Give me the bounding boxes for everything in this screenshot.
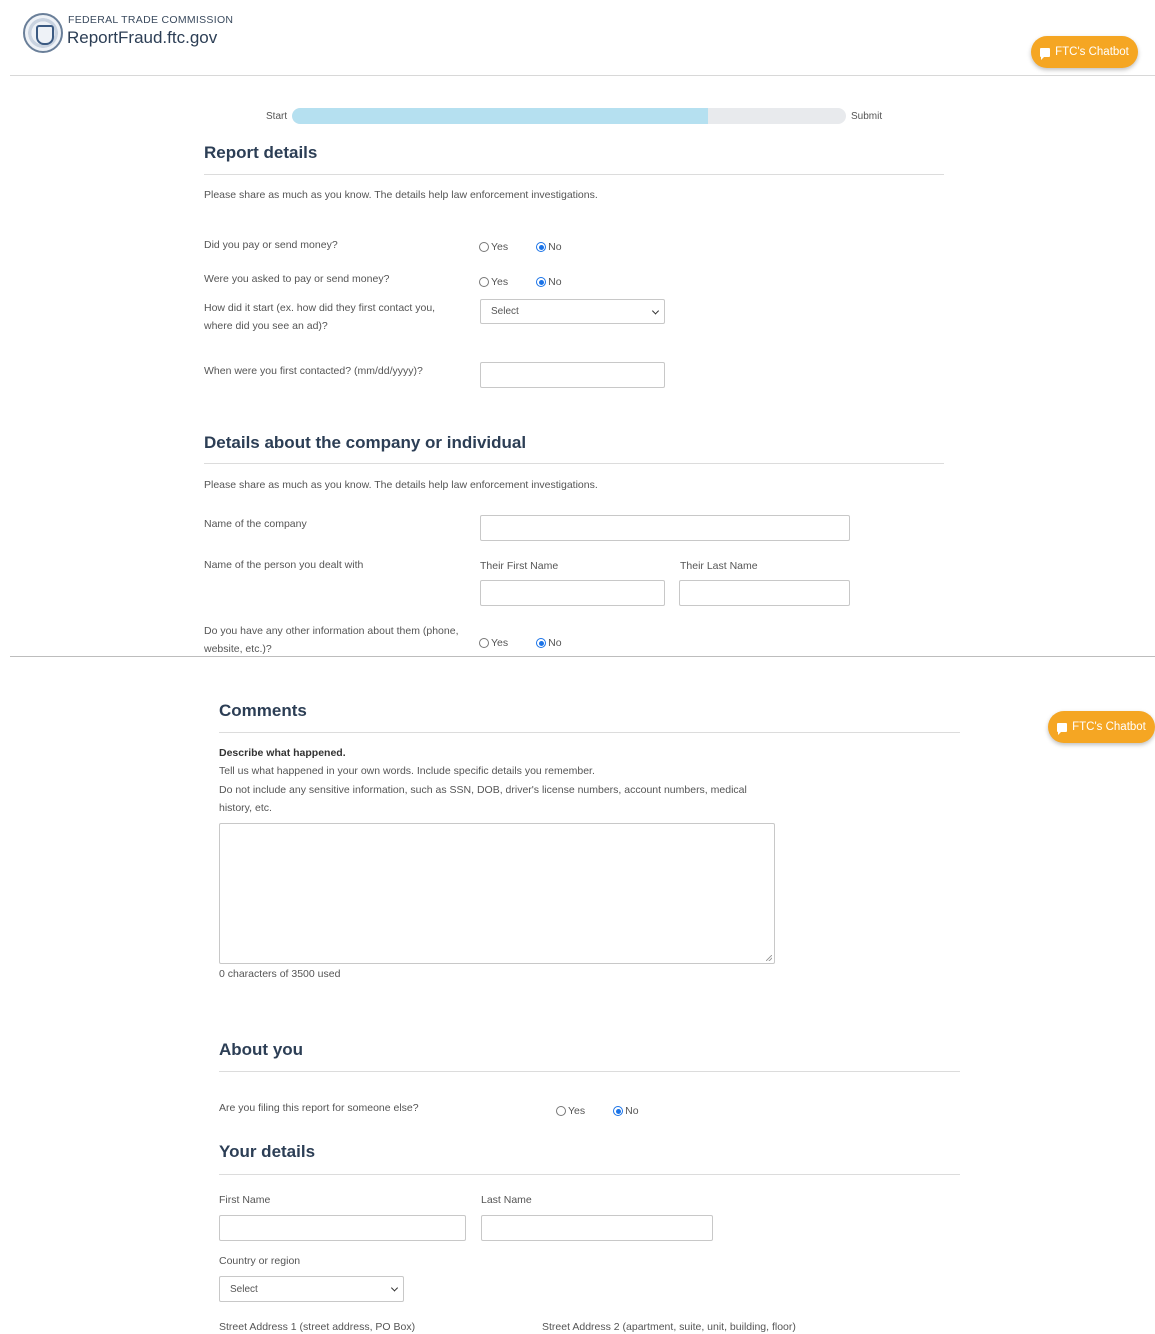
their-first-name-input[interactable] (480, 580, 665, 606)
section-divider (204, 174, 944, 175)
chatbot-button[interactable]: FTC's Chatbot (1031, 36, 1138, 68)
start-question: How did it start (ex. how did they first… (204, 302, 436, 332)
street1-label: Street Address 1 (street address, PO Box… (219, 1321, 416, 1333)
chat-icon (1057, 722, 1068, 735)
first-name-input[interactable] (219, 1215, 466, 1241)
describe-label: Describe what happened. (219, 747, 346, 759)
country-label: Country or region (219, 1255, 301, 1267)
start-select[interactable]: Select (480, 299, 665, 324)
company-details-intro: Please share as much as you know. The de… (204, 479, 598, 491)
progress-end-label: Submit (851, 111, 883, 122)
describe-instructions: Tell us what happened in your own words.… (219, 765, 747, 814)
company-name-input[interactable] (480, 515, 850, 541)
asked-radio-group: Yes No (479, 276, 562, 288)
asked-yes[interactable]: Yes (479, 276, 508, 288)
section-divider (204, 463, 944, 464)
last-name-input[interactable] (481, 1215, 713, 1241)
paid-no[interactable]: No (536, 241, 562, 253)
other-info-radio-group: Yes No (479, 637, 562, 649)
radio-icon[interactable] (479, 277, 489, 287)
someone-else-yes[interactable]: Yes (556, 1105, 585, 1117)
comments-title: Comments (219, 701, 307, 720)
someone-else-no[interactable]: No (613, 1105, 639, 1117)
chatbot-button[interactable]: FTC's Chatbot (1048, 711, 1155, 743)
comments-textarea[interactable] (219, 823, 775, 964)
street2-label: Street Address 2 (apartment, suite, unit… (542, 1321, 796, 1333)
radio-icon[interactable] (479, 638, 489, 648)
resize-handle-icon[interactable] (766, 955, 772, 961)
their-last-name-label: Their Last Name (680, 560, 758, 572)
company-details-title: Details about the company or individual (204, 433, 527, 452)
radio-icon[interactable] (479, 242, 489, 252)
contacted-question: When were you first contacted? (mm/dd/yy… (204, 365, 423, 377)
their-first-name-label: Their First Name (480, 560, 559, 572)
progress-bar (292, 108, 846, 124)
contacted-date-input[interactable] (480, 362, 665, 388)
radio-icon[interactable] (536, 242, 547, 252)
progress-fill (292, 108, 708, 124)
other-info-question: Do you have any other information about … (204, 625, 459, 655)
asked-question: Were you asked to pay or send money? (204, 273, 390, 285)
section-divider (219, 1174, 960, 1175)
about-you-title: About you (219, 1040, 304, 1059)
paid-radio-group: Yes No (479, 241, 562, 253)
other-info-yes[interactable]: Yes (479, 637, 508, 649)
radio-icon[interactable] (536, 277, 547, 287)
person-name-label: Name of the person you dealt with (204, 559, 364, 571)
org-name: FEDERAL TRADE COMMISSION (68, 14, 234, 26)
company-name-label: Name of the company (204, 518, 307, 530)
report-details-intro: Please share as much as you know. The de… (204, 189, 598, 201)
report-details-title: Report details (204, 143, 318, 162)
chatbot-label: FTC's Chatbot (1055, 46, 1129, 58)
your-details-title: Your details (219, 1142, 316, 1161)
screen-divider (10, 656, 1155, 657)
section-divider (219, 1071, 960, 1072)
paid-yes[interactable]: Yes (479, 241, 508, 253)
someone-else-question: Are you filing this report for someone e… (219, 1102, 419, 1114)
ftc-seal-icon (23, 13, 63, 53)
asked-no[interactable]: No (536, 276, 562, 288)
someone-else-radio-group: Yes No (556, 1105, 639, 1117)
radio-icon[interactable] (613, 1106, 624, 1116)
site-name[interactable]: ReportFraud.ftc.gov (67, 28, 217, 48)
first-name-label: First Name (219, 1194, 271, 1206)
radio-icon[interactable] (536, 638, 547, 648)
header-divider (10, 75, 1155, 76)
country-select[interactable]: Select (219, 1276, 404, 1302)
other-info-no[interactable]: No (536, 637, 562, 649)
chevron-down-icon (651, 306, 660, 315)
character-counter: 0 characters of 3500 used (219, 968, 341, 980)
last-name-label: Last Name (481, 1194, 532, 1206)
chatbot-label: FTC's Chatbot (1072, 721, 1146, 733)
section-divider (219, 732, 960, 733)
progress-start-label: Start (266, 111, 288, 122)
paid-question: Did you pay or send money? (204, 239, 338, 251)
chevron-down-icon (390, 1284, 399, 1292)
their-last-name-input[interactable] (679, 580, 850, 606)
chat-icon (1040, 47, 1051, 60)
radio-icon[interactable] (556, 1106, 566, 1116)
